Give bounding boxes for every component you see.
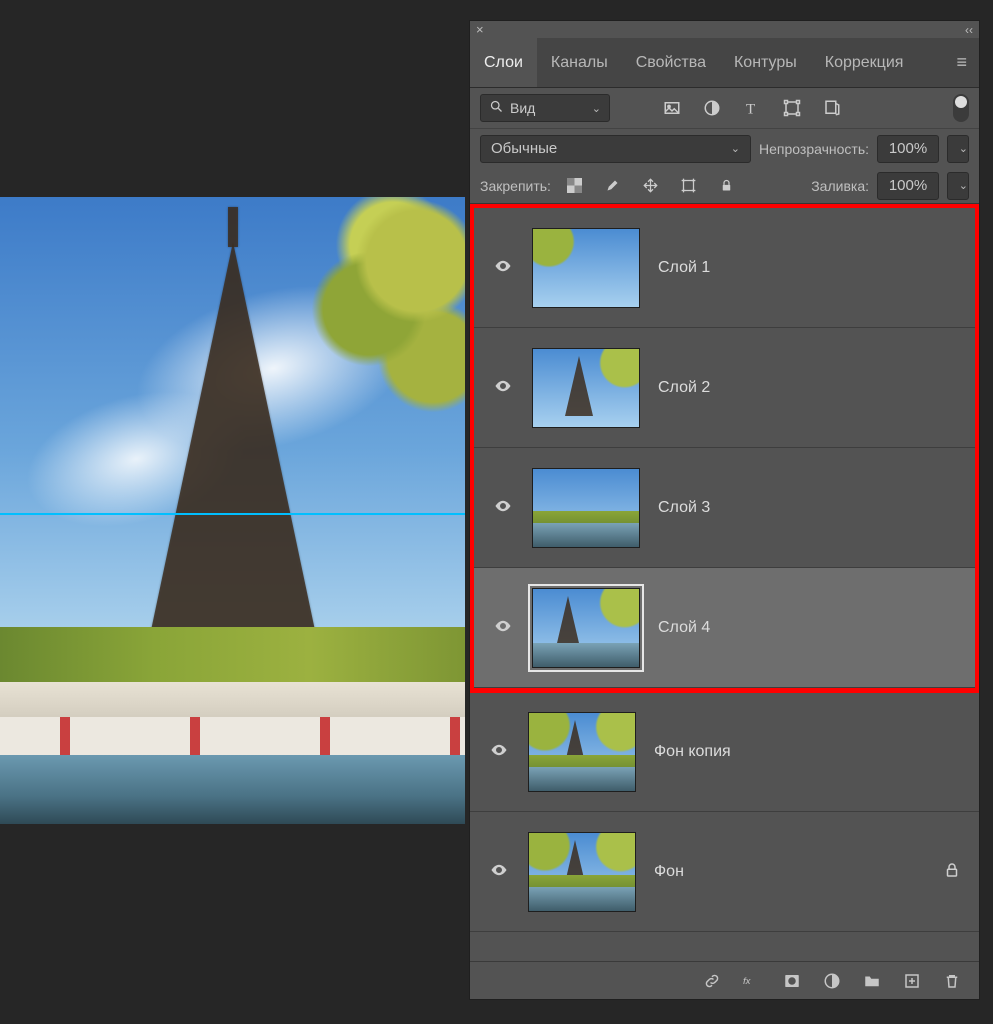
- layer-thumbnail[interactable]: [528, 832, 636, 912]
- layer-name[interactable]: Слой 3: [658, 499, 710, 517]
- guide-line[interactable]: [0, 513, 465, 515]
- visibility-toggle-icon[interactable]: [492, 257, 514, 279]
- opacity-label: Непрозрачность:: [759, 141, 869, 157]
- canvas-image: [0, 197, 465, 824]
- lock-transparency-icon[interactable]: [563, 174, 587, 198]
- filter-pixel-icon[interactable]: [660, 96, 684, 120]
- new-layer-icon[interactable]: [903, 972, 921, 990]
- layer-name[interactable]: Фон копия: [654, 743, 731, 761]
- tab-properties[interactable]: Свойства: [622, 38, 720, 87]
- filter-kind-dropdown[interactable]: ⌄: [480, 94, 610, 122]
- tab-adjustments[interactable]: Коррекция: [811, 38, 918, 87]
- layer-thumbnail[interactable]: [532, 228, 640, 308]
- layer-filter-row: ⌄ T: [470, 88, 979, 128]
- svg-text:fx: fx: [743, 976, 752, 987]
- fill-label: Заливка:: [811, 178, 869, 194]
- new-group-icon[interactable]: [863, 972, 881, 990]
- filter-shape-icon[interactable]: [780, 96, 804, 120]
- layer-name[interactable]: Слой 2: [658, 379, 710, 397]
- lock-label: Закрепить:: [480, 178, 551, 194]
- blend-opacity-row: Обычные ⌄ Непрозрачность: 100% ⌄: [470, 128, 979, 168]
- tab-channels[interactable]: Каналы: [537, 38, 622, 87]
- collapse-icon[interactable]: ‹‹: [965, 23, 973, 37]
- visibility-toggle-icon[interactable]: [492, 617, 514, 639]
- panel-footer: fx: [470, 961, 979, 999]
- chevron-down-icon: ⌄: [959, 142, 968, 155]
- lock-artboard-icon[interactable]: [677, 174, 701, 198]
- layer-name[interactable]: Слой 1: [658, 259, 710, 277]
- layer-thumbnail[interactable]: [528, 712, 636, 792]
- visibility-toggle-icon[interactable]: [488, 861, 510, 883]
- fill-input[interactable]: 100%: [877, 172, 939, 200]
- panel-titlebar: × ‹‹: [470, 21, 979, 38]
- filter-type-icon[interactable]: T: [740, 96, 764, 120]
- layer-name[interactable]: Слой 4: [658, 619, 710, 637]
- lock-position-icon[interactable]: [639, 174, 663, 198]
- layer-row[interactable]: Слой 3: [474, 448, 975, 568]
- layer-row[interactable]: Фон: [470, 812, 979, 932]
- panel-menu-icon[interactable]: ≡: [944, 52, 979, 73]
- document-canvas[interactable]: [0, 197, 465, 824]
- svg-text:T: T: [746, 101, 755, 117]
- layer-row[interactable]: Слой 1: [474, 208, 975, 328]
- layers-panel: × ‹‹ Слои Каналы Свойства Контуры Коррек…: [469, 20, 980, 1000]
- tab-layers[interactable]: Слои: [470, 38, 537, 87]
- delete-layer-icon[interactable]: [943, 972, 961, 990]
- layer-fx-icon[interactable]: fx: [743, 972, 761, 990]
- fill-dropdown-button[interactable]: ⌄: [947, 172, 969, 200]
- opacity-dropdown-button[interactable]: ⌄: [947, 135, 969, 163]
- new-adjustment-icon[interactable]: [823, 972, 841, 990]
- filter-toggle[interactable]: [953, 94, 969, 122]
- blend-mode-dropdown[interactable]: Обычные ⌄: [480, 135, 751, 163]
- filter-kind-value[interactable]: [510, 100, 570, 116]
- opacity-input[interactable]: 100%: [877, 135, 939, 163]
- lock-fill-row: Закрепить: Заливка: 100% ⌄: [470, 168, 979, 204]
- fill-value: 100%: [889, 177, 927, 194]
- filter-type-icons: T: [660, 96, 844, 120]
- close-icon[interactable]: ×: [476, 22, 484, 37]
- layer-thumbnail[interactable]: [532, 348, 640, 428]
- layer-row[interactable]: Фон копия: [470, 692, 979, 812]
- chevron-down-icon: ⌄: [592, 102, 601, 115]
- layer-thumbnail[interactable]: [532, 468, 640, 548]
- annotation-highlight: Слой 1 Слой 2 Слой 3: [470, 204, 979, 693]
- add-mask-icon[interactable]: [783, 972, 801, 990]
- lock-icon: [943, 861, 961, 883]
- chevron-down-icon: ⌄: [959, 179, 968, 192]
- layer-row[interactable]: Слой 4: [474, 568, 975, 688]
- layer-row[interactable]: Слой 2: [474, 328, 975, 448]
- visibility-toggle-icon[interactable]: [492, 377, 514, 399]
- tab-paths[interactable]: Контуры: [720, 38, 811, 87]
- filter-adjustment-icon[interactable]: [700, 96, 724, 120]
- blend-mode-value: Обычные: [491, 140, 557, 157]
- visibility-toggle-icon[interactable]: [492, 497, 514, 519]
- lock-all-icon[interactable]: [715, 174, 739, 198]
- chevron-down-icon: ⌄: [731, 142, 740, 155]
- layers-list: Слой 1 Слой 2 Слой 3: [470, 204, 979, 961]
- visibility-toggle-icon[interactable]: [488, 741, 510, 763]
- panel-tabs: Слои Каналы Свойства Контуры Коррекция ≡: [470, 38, 979, 88]
- opacity-value: 100%: [889, 140, 927, 157]
- lock-pixels-icon[interactable]: [601, 174, 625, 198]
- layer-name[interactable]: Фон: [654, 863, 684, 881]
- search-icon: [489, 99, 504, 118]
- link-layers-icon[interactable]: [703, 972, 721, 990]
- filter-smartobject-icon[interactable]: [820, 96, 844, 120]
- layer-thumbnail[interactable]: [532, 588, 640, 668]
